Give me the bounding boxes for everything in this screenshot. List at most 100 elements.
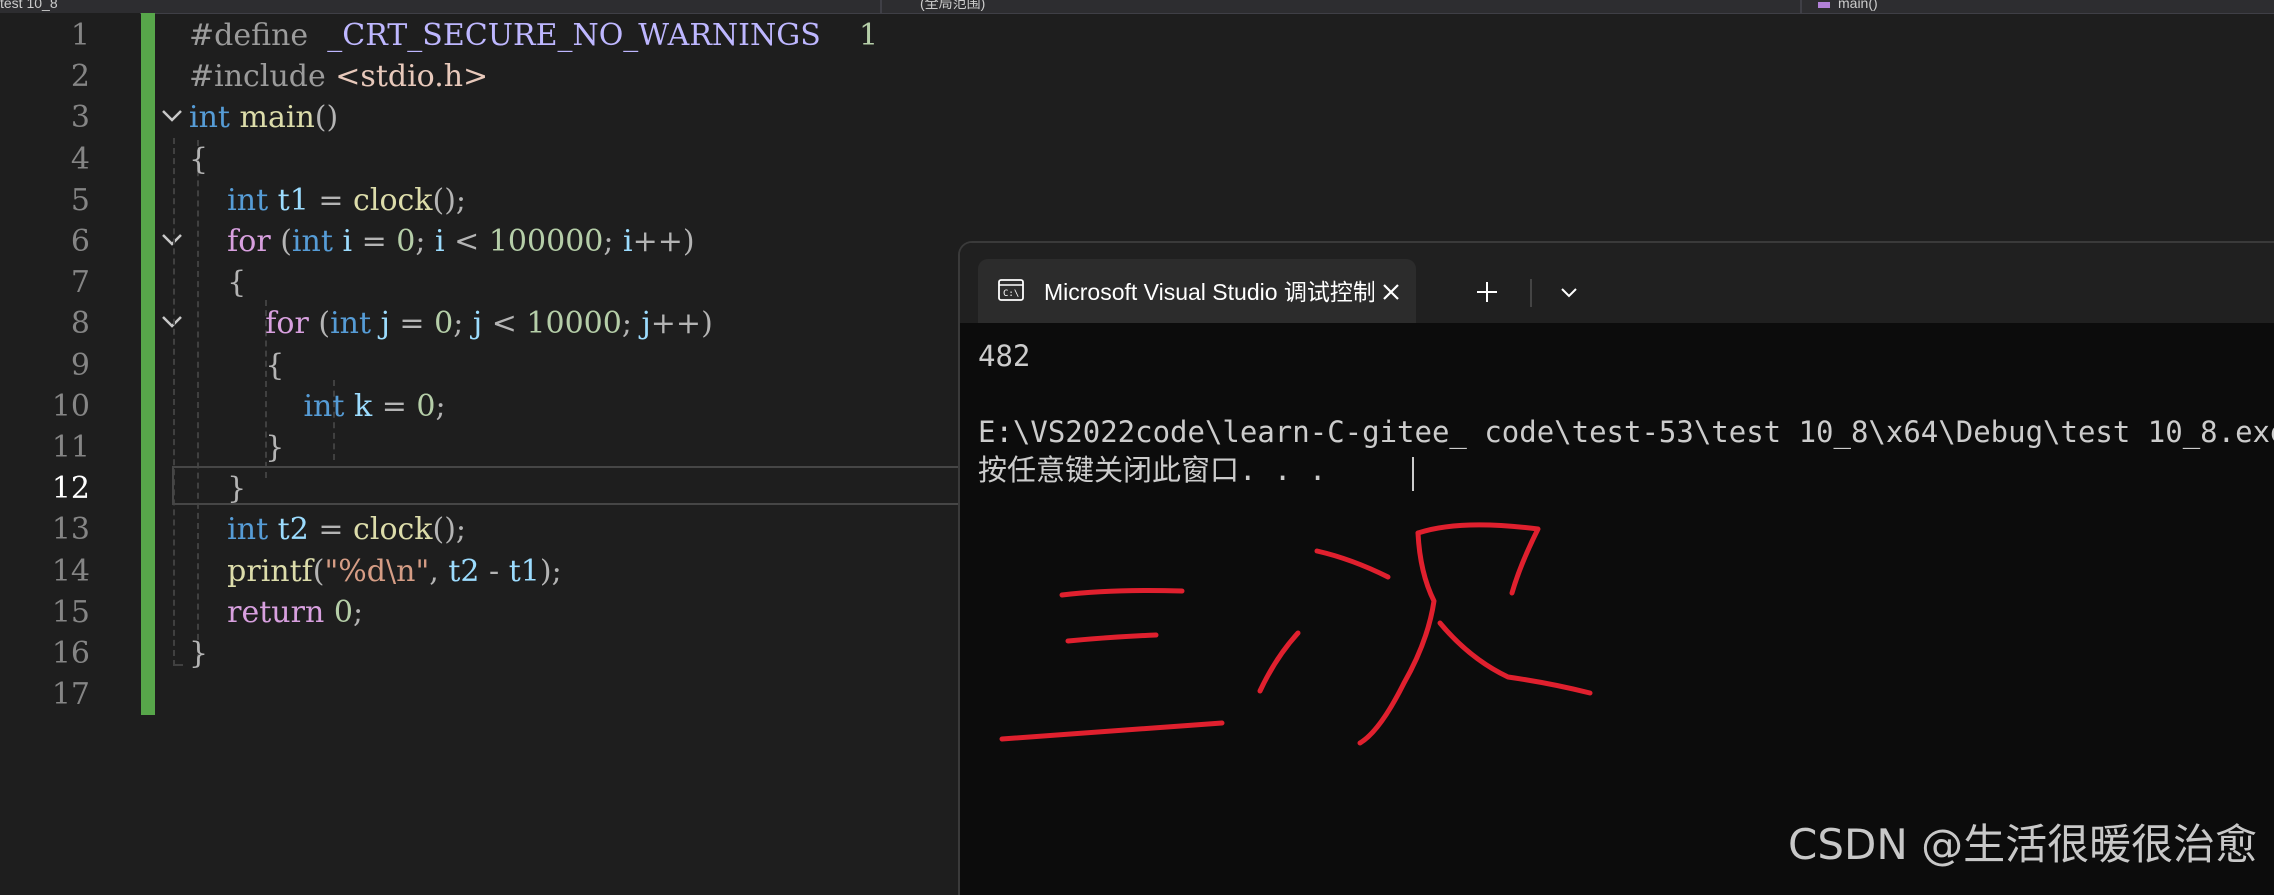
line-number: 1: [70, 18, 90, 53]
code-token: 0: [434, 306, 454, 342]
code-line[interactable]: int t1 = clock();: [189, 180, 466, 221]
code-token: 10000: [526, 306, 622, 342]
code-token: k: [344, 388, 382, 424]
code-token: i: [332, 224, 362, 259]
code-token: ;: [453, 306, 473, 342]
line-number: 2: [70, 59, 90, 95]
code-token: }: [227, 471, 247, 507]
code-line[interactable]: int main(): [189, 97, 338, 138]
code-token: t1: [508, 553, 540, 589]
code-token: ;: [435, 388, 446, 424]
code-token: ,: [429, 553, 449, 589]
line-number: 11: [51, 430, 90, 465]
code-line[interactable]: int t2 = clock();: [189, 509, 466, 550]
line-number: 12: [51, 471, 90, 507]
line-number: 7: [70, 265, 90, 301]
method-icon: [1818, 2, 1830, 8]
code-token: t2: [448, 553, 490, 589]
code-token: 1: [858, 18, 879, 53]
line-number: 4: [70, 141, 90, 177]
code-line[interactable]: }: [189, 427, 284, 468]
code-token: =: [361, 224, 397, 259]
fold-guide: [173, 664, 183, 666]
code-token: main: [229, 100, 315, 136]
code-token: return: [227, 594, 325, 630]
code-token: t2: [268, 512, 319, 548]
line-number: 16: [51, 636, 90, 671]
code-line[interactable]: }: [189, 468, 246, 509]
code-token: ++): [650, 306, 713, 342]
code-token: _CRT_SECURE_NO_WARNINGS: [327, 18, 821, 53]
code-line[interactable]: }: [189, 633, 208, 674]
code-line[interactable]: int k = 0;: [189, 386, 446, 427]
code-token: (: [308, 306, 331, 342]
code-token: ++): [632, 224, 695, 259]
code-token: int: [227, 512, 269, 548]
code-token: {: [227, 265, 247, 301]
change-tracking-bar: [141, 13, 155, 715]
fold-chevron-icon[interactable]: [160, 108, 184, 124]
code-line[interactable]: return 0;: [189, 592, 363, 633]
code-token: i: [623, 224, 633, 259]
code-token: <stdio.h>: [335, 59, 489, 95]
fold-chevron-icon[interactable]: [160, 314, 184, 330]
line-number: 5: [70, 182, 90, 218]
code-line[interactable]: {: [189, 262, 246, 303]
code-token: int: [227, 182, 269, 218]
code-token: {: [189, 141, 209, 177]
code-token: =: [318, 182, 354, 218]
line-number-gutter: 1 2 3 4 5 6 7 8 9 10 11 12 13 14 15 16 17: [0, 13, 140, 893]
code-token: -: [489, 553, 509, 589]
code-line[interactable]: #include <stdio.h>: [189, 56, 488, 97]
fold-guide: [173, 138, 175, 666]
code-token: );: [539, 553, 562, 589]
code-line[interactable]: for (int j = 0; j < 10000; j++): [189, 303, 713, 344]
scope-selector[interactable]: (全局范围): [920, 0, 1220, 13]
code-line[interactable]: for (int i = 0; i < 100000; i++): [189, 221, 695, 262]
code-line[interactable]: {: [189, 139, 208, 180]
navbar-separator: [1800, 0, 1802, 13]
code-token: =: [381, 388, 417, 424]
code-token: {: [265, 347, 285, 383]
code-token: #include: [189, 59, 326, 95]
code-token: 0: [396, 224, 416, 259]
code-token: j: [472, 306, 492, 342]
code-token: clock: [353, 182, 433, 218]
watermark: CSDN @生活很暖很治愈: [1788, 820, 2258, 869]
line-number: 3: [70, 100, 90, 136]
code-token: int: [330, 306, 372, 342]
function-selector[interactable]: main(): [1818, 0, 2018, 13]
code-line[interactable]: printf("%d\n", t2 - t1);: [189, 551, 562, 592]
code-token: ;: [603, 224, 624, 259]
code-token: for: [227, 224, 271, 259]
code-token: for: [265, 306, 309, 342]
code-token: (: [312, 553, 325, 589]
handwritten-annotation: [999, 522, 1593, 746]
code-token: 0: [333, 594, 353, 630]
code-line[interactable]: {: [189, 345, 284, 386]
line-number: 10: [51, 388, 90, 424]
line-number: 15: [51, 594, 90, 630]
code-token: ;: [415, 224, 436, 259]
code-editor[interactable]: 1 2 3 4 5 6 7 8 9 10 11 12 13 14 15 16 17 #define _CRT_S…: [0, 0, 960, 893]
code-line[interactable]: #define _CRT_SECURE_NO_WARNINGS 1: [189, 15, 878, 56]
fold-chevron-icon[interactable]: [160, 232, 184, 248]
current-line-highlight: [172, 466, 960, 505]
line-number: 9: [70, 347, 90, 383]
debug-console-window[interactable]: C:\ Microsoft Visual Studio 调试控制台 482 E:…: [958, 241, 2274, 895]
code-token: t1: [268, 182, 319, 218]
code-token: 100000: [488, 224, 604, 259]
line-number: 17: [51, 677, 90, 713]
code-token: j: [371, 306, 400, 342]
line-number: 14: [51, 553, 90, 589]
